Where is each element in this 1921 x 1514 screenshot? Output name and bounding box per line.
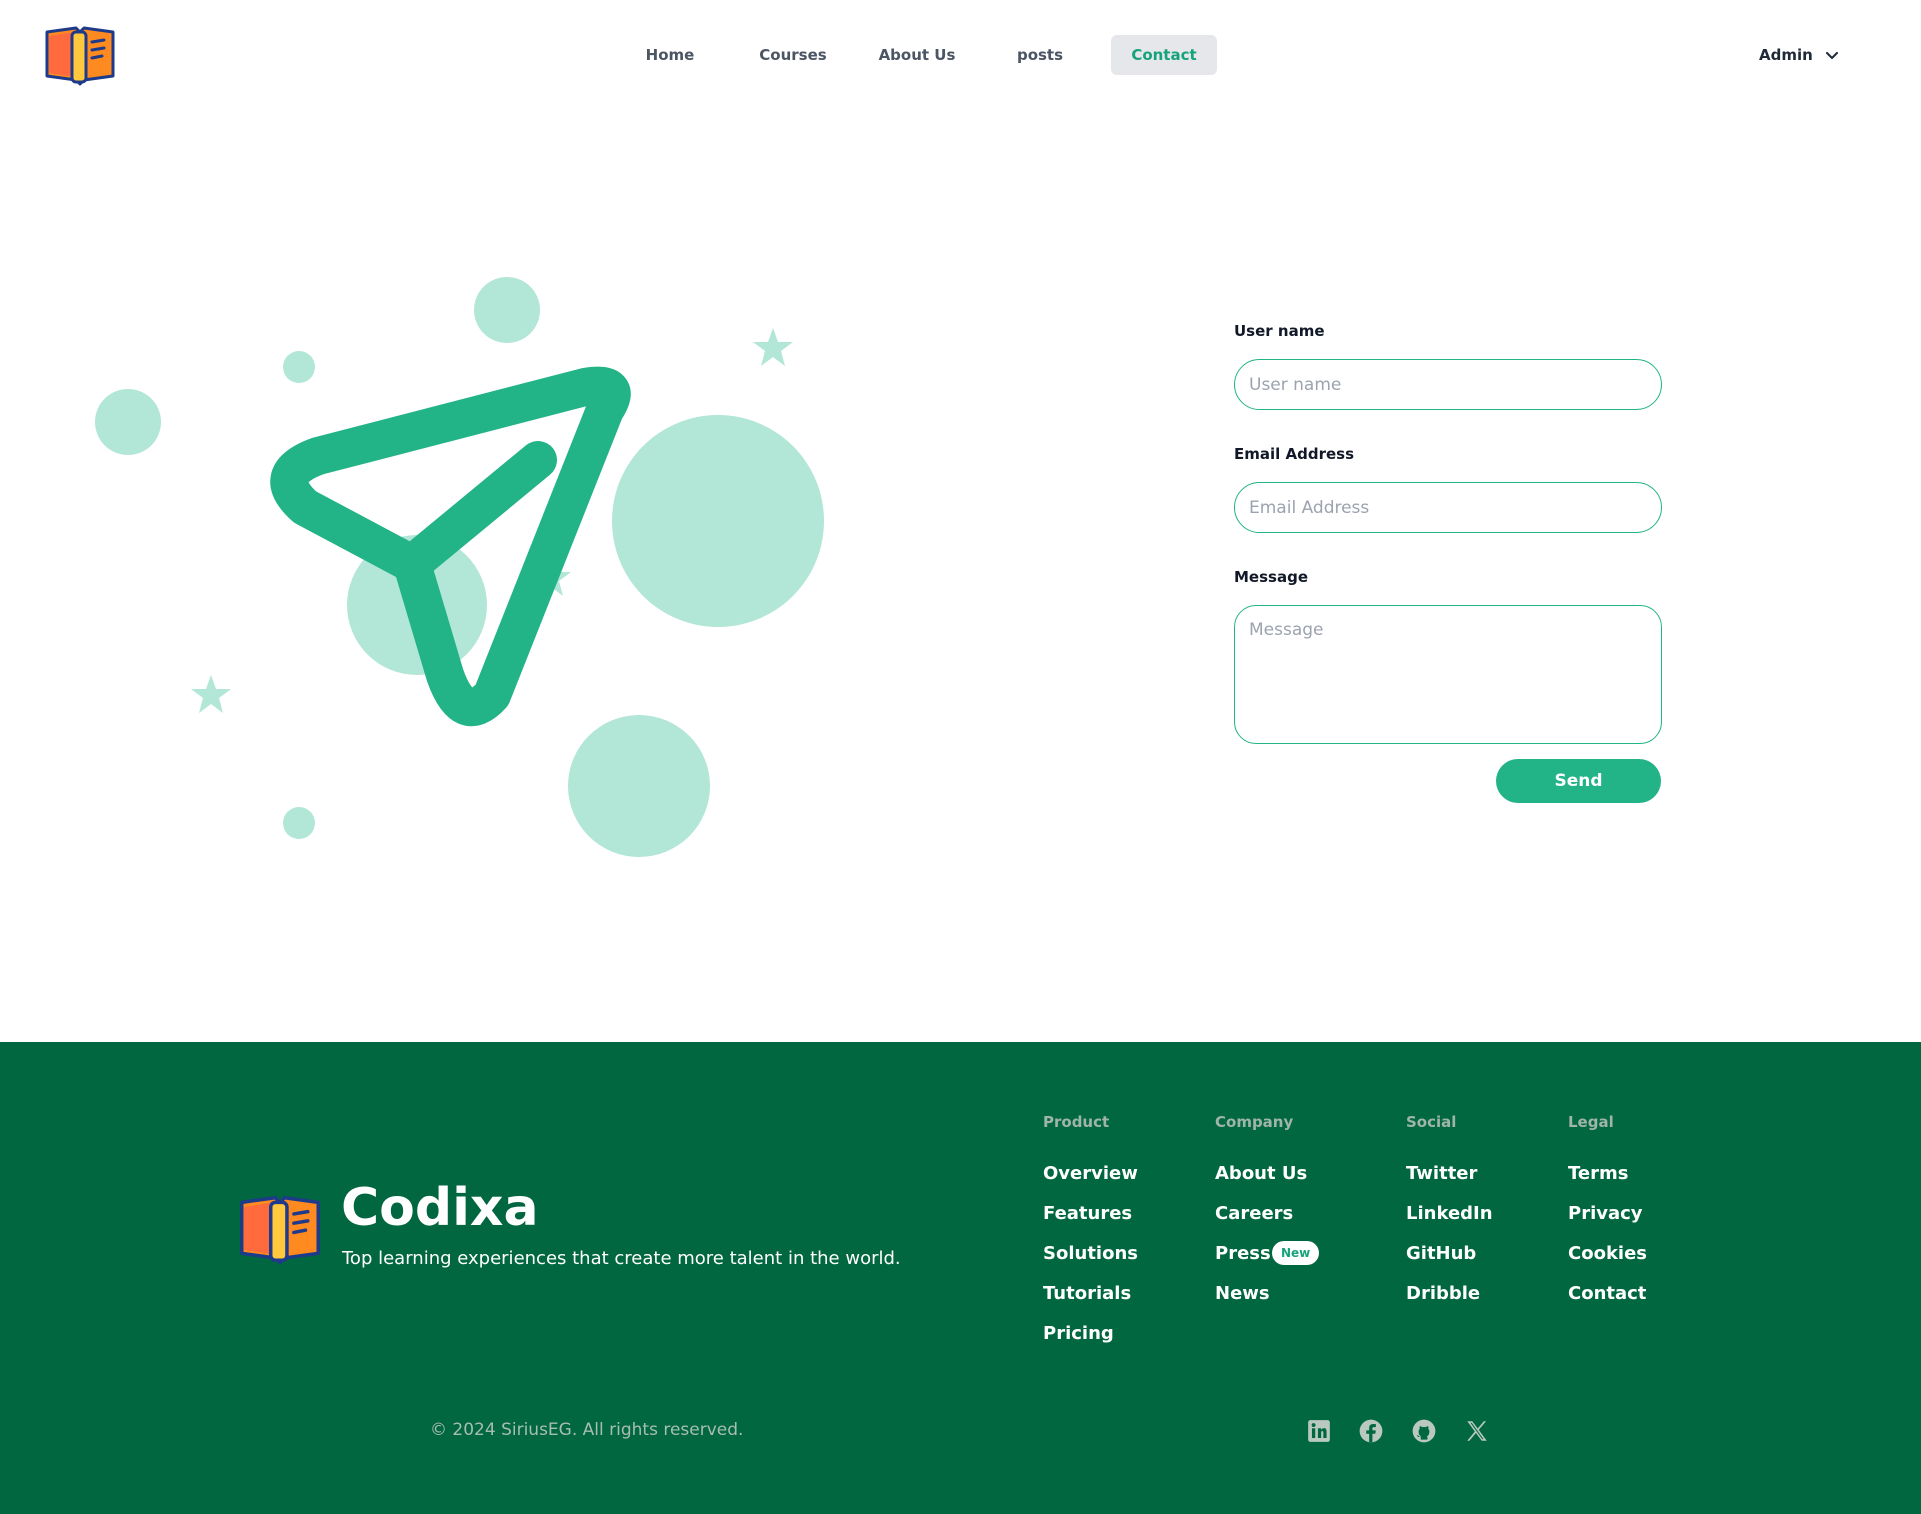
footer-heading-social: Social (1406, 1113, 1457, 1131)
decor-circle (95, 389, 161, 455)
nav-courses[interactable]: Courses (750, 35, 836, 75)
decor-circle (612, 415, 824, 627)
footer-link-cookies[interactable]: Cookies (1568, 1243, 1647, 1264)
footer-link-dribble[interactable]: Dribble (1406, 1283, 1480, 1304)
decor-circle (283, 351, 315, 383)
nav-posts[interactable]: posts (997, 35, 1083, 75)
nav-contact[interactable]: Contact (1111, 35, 1217, 75)
footer-link-careers[interactable]: Careers (1215, 1203, 1293, 1224)
footer-link-github[interactable]: GitHub (1406, 1243, 1476, 1264)
github-icon[interactable] (1411, 1418, 1437, 1444)
footer-link-privacy[interactable]: Privacy (1568, 1203, 1643, 1224)
footer-link-news[interactable]: News (1215, 1283, 1270, 1304)
footer-link-overview[interactable]: Overview (1043, 1163, 1138, 1184)
copyright-text: © 2024 SiriusEG. All rights reserved. (430, 1420, 744, 1440)
decor-star (753, 328, 793, 366)
site-footer: Codixa Top learning experiences that cre… (0, 1042, 1921, 1514)
send-illustration (95, 277, 824, 857)
footer-heading-product: Product (1043, 1113, 1110, 1131)
linkedin-icon[interactable] (1306, 1418, 1332, 1444)
brand-tagline: Top learning experiences that create mor… (342, 1248, 901, 1269)
footer-link-contact[interactable]: Contact (1568, 1283, 1646, 1304)
facebook-icon[interactable] (1358, 1418, 1384, 1444)
username-input[interactable] (1234, 359, 1662, 410)
email-input[interactable] (1234, 482, 1662, 533)
new-badge: New (1272, 1241, 1320, 1265)
codixa-logo (240, 1196, 320, 1265)
message-label: Message (1234, 568, 1308, 586)
nav-about-us[interactable]: About Us (870, 35, 964, 75)
message-textarea[interactable] (1234, 605, 1662, 744)
user-menu-label: Admin (1759, 46, 1813, 64)
decor-circle (568, 715, 710, 857)
decor-circle (283, 807, 315, 839)
nav-home[interactable]: Home (627, 35, 713, 75)
send-button[interactable]: Send (1496, 759, 1661, 803)
send-arrow-icon (270, 366, 631, 727)
footer-link-linkedin[interactable]: LinkedIn (1406, 1203, 1493, 1224)
footer-link-twitter[interactable]: Twitter (1406, 1163, 1477, 1184)
site-header: Home Courses About Us posts Contact Admi… (0, 0, 1921, 110)
footer-link-features[interactable]: Features (1043, 1203, 1132, 1224)
footer-link-solutions[interactable]: Solutions (1043, 1243, 1138, 1264)
main-nav: Home Courses About Us posts Contact (0, 35, 1921, 75)
footer-link-about-us[interactable]: About Us (1215, 1163, 1307, 1184)
chevron-down-icon (1826, 51, 1839, 59)
contact-form: User name Email Address Message (1234, 322, 1662, 748)
email-label: Email Address (1234, 445, 1355, 463)
footer-link-terms[interactable]: Terms (1568, 1163, 1628, 1184)
x-icon[interactable] (1464, 1418, 1490, 1444)
footer-link-pricing[interactable]: Pricing (1043, 1323, 1114, 1344)
footer-heading-company: Company (1215, 1113, 1294, 1131)
decor-star (191, 675, 231, 713)
footer-link-tutorials[interactable]: Tutorials (1043, 1283, 1131, 1304)
username-label: User name (1234, 322, 1325, 340)
footer-heading-legal: Legal (1568, 1113, 1614, 1131)
brand-name: Codixa (341, 1178, 539, 1238)
user-menu[interactable]: Admin (1759, 35, 1839, 75)
decor-circle (474, 277, 540, 343)
footer-link-press[interactable]: Press (1215, 1243, 1271, 1264)
